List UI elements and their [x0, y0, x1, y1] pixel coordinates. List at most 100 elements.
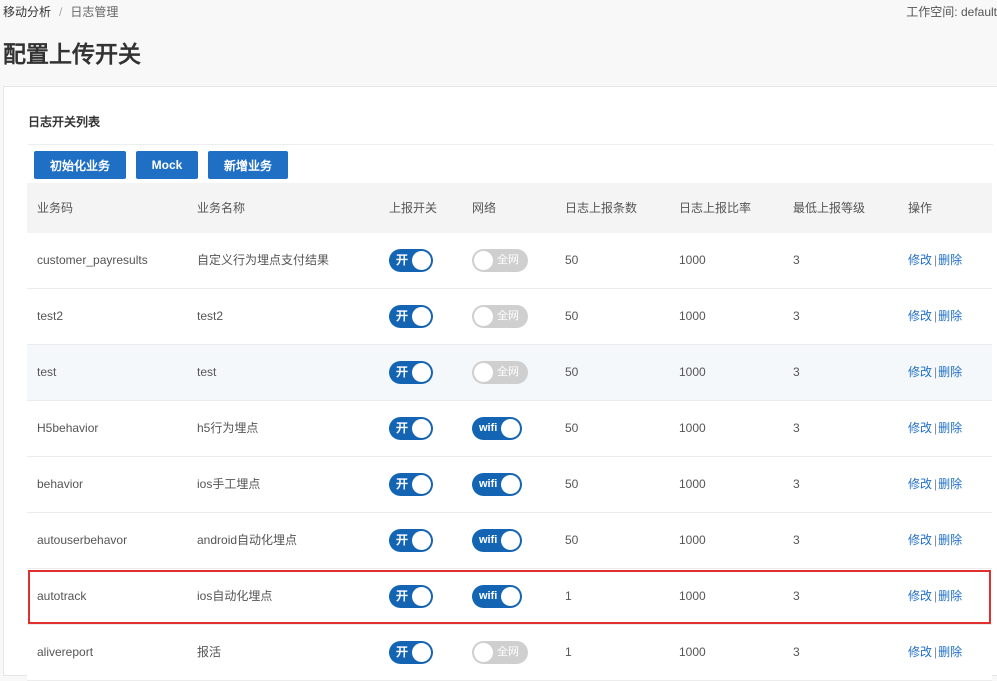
add-business-button[interactable]: 新增业务	[208, 151, 288, 179]
report-switch-toggle[interactable]: 开	[389, 641, 433, 664]
table-row: test2 test2 开 全网 50 1000 3 修改 |删除	[27, 289, 992, 345]
table-header: 业务码 业务名称 上报开关 网络 日志上报条数 日志上报比率 最低上报等级 操作	[27, 183, 992, 233]
edit-link[interactable]: 修改	[908, 253, 932, 267]
edit-link[interactable]: 修改	[908, 477, 932, 491]
network-toggle[interactable]: 全网	[472, 641, 528, 664]
toggle-label: 开	[396, 589, 409, 603]
cell-log-count: 50	[565, 365, 579, 379]
edit-link[interactable]: 修改	[908, 309, 932, 323]
table-row-highlighted: autotrack ios自动化埋点 开 wifi 1 1000 3 修改 |删除	[27, 569, 992, 625]
network-toggle[interactable]: 全网	[472, 305, 528, 328]
delete-link[interactable]: 删除	[938, 253, 962, 267]
network-toggle[interactable]: wifi	[472, 417, 522, 440]
card-divider	[28, 144, 993, 145]
page-title: 配置上传开关	[3, 41, 141, 67]
network-toggle[interactable]: wifi	[472, 473, 522, 496]
toggle-label: 开	[396, 309, 409, 323]
delete-link[interactable]: 删除	[938, 365, 962, 379]
cell-operations: 修改 |删除	[908, 457, 962, 512]
delete-link[interactable]: 删除	[938, 309, 962, 323]
cell-log-count: 50	[565, 253, 579, 267]
report-switch-toggle[interactable]: 开	[389, 361, 433, 384]
edit-link[interactable]: 修改	[908, 645, 932, 659]
toggle-knob	[501, 475, 520, 494]
edit-link[interactable]: 修改	[908, 589, 932, 603]
cell-business-code: test	[37, 365, 57, 379]
workspace-value: default	[960, 5, 997, 19]
card-title: 日志开关列表	[28, 115, 101, 129]
cell-business-name: ios手工埋点	[197, 477, 261, 491]
report-switch-toggle[interactable]: 开	[389, 585, 433, 608]
toggle-label: 全网	[497, 366, 519, 378]
cell-log-ratio: 1000	[679, 253, 706, 267]
report-switch-toggle[interactable]: 开	[389, 529, 433, 552]
column-header-log-ratio: 日志上报比率	[679, 201, 752, 215]
report-switch-toggle[interactable]: 开	[389, 249, 433, 272]
cell-log-ratio: 1000	[679, 365, 706, 379]
breadcrumb-current: 日志管理	[70, 5, 119, 19]
cell-business-name: 报活	[197, 645, 222, 659]
toggle-knob	[412, 419, 431, 438]
edit-link[interactable]: 修改	[908, 365, 932, 379]
init-business-button[interactable]: 初始化业务	[34, 151, 126, 179]
mock-button[interactable]: Mock	[136, 151, 198, 179]
cell-operations: 修改 |删除	[908, 625, 962, 680]
column-header-code: 业务码	[37, 201, 74, 215]
cell-business-name: test	[197, 365, 217, 379]
delete-link[interactable]: 删除	[938, 477, 962, 491]
edit-link[interactable]: 修改	[908, 533, 932, 547]
toggle-label: 开	[396, 253, 409, 267]
delete-link[interactable]: 删除	[938, 533, 962, 547]
cell-operations: 修改 |删除	[908, 289, 962, 344]
delete-link[interactable]: 删除	[938, 645, 962, 659]
cell-business-code: alivereport	[37, 645, 94, 659]
cell-log-ratio: 1000	[679, 645, 706, 659]
toggle-knob	[474, 363, 493, 382]
cell-business-name: h5行为埋点	[197, 421, 259, 435]
cell-business-name: ios自动化埋点	[197, 589, 273, 603]
toggle-knob	[412, 475, 431, 494]
breadcrumb-root[interactable]: 移动分析	[3, 5, 51, 19]
cell-business-code: autotrack	[37, 589, 87, 603]
toggle-label: wifi	[479, 534, 498, 546]
toggle-knob	[474, 643, 493, 662]
table-row: autouserbehavor android自动化埋点 开 wifi 50 1…	[27, 513, 992, 569]
table-row: behavior ios手工埋点 开 wifi 50 1000 3 修改 |删除	[27, 457, 992, 513]
cell-min-level: 3	[793, 365, 800, 379]
breadcrumb: 移动分析 / 日志管理	[3, 0, 118, 24]
delete-link[interactable]: 删除	[938, 589, 962, 603]
report-switch-toggle[interactable]: 开	[389, 473, 433, 496]
network-toggle[interactable]: 全网	[472, 361, 528, 384]
cell-min-level: 3	[793, 533, 800, 547]
cell-operations: 修改 |删除	[908, 513, 962, 568]
edit-link[interactable]: 修改	[908, 421, 932, 435]
workspace-indicator[interactable]: 工作空间: default	[906, 0, 997, 24]
toggle-knob	[501, 587, 520, 606]
action-separator: |	[934, 365, 938, 379]
network-toggle[interactable]: 全网	[472, 249, 528, 272]
toggle-knob	[412, 531, 431, 550]
network-toggle[interactable]: wifi	[472, 585, 522, 608]
report-switch-toggle[interactable]: 开	[389, 417, 433, 440]
delete-link[interactable]: 删除	[938, 421, 962, 435]
column-header-report-switch: 上报开关	[389, 201, 438, 215]
cell-min-level: 3	[793, 589, 800, 603]
cell-business-code: autouserbehavor	[37, 533, 128, 547]
table-row: alivereport 报活 开 全网 1 1000 3 修改 |删除	[27, 625, 992, 681]
top-bar: 移动分析 / 日志管理 工作空间: default	[0, 0, 997, 26]
cell-business-code: test2	[37, 309, 64, 323]
cell-log-ratio: 1000	[679, 533, 706, 547]
column-header-operations: 操作	[908, 201, 933, 215]
cell-log-count: 50	[565, 309, 579, 323]
cell-business-name: test2	[197, 309, 224, 323]
toggle-label: 开	[396, 477, 409, 491]
network-toggle[interactable]: wifi	[472, 529, 522, 552]
cell-business-name: 自定义行为埋点支付结果	[197, 253, 330, 267]
cell-log-ratio: 1000	[679, 421, 706, 435]
toggle-label: 开	[396, 645, 409, 659]
cell-log-ratio: 1000	[679, 477, 706, 491]
cell-log-count: 50	[565, 533, 579, 547]
report-switch-toggle[interactable]: 开	[389, 305, 433, 328]
toggle-knob	[501, 531, 520, 550]
column-header-name: 业务名称	[197, 201, 246, 215]
